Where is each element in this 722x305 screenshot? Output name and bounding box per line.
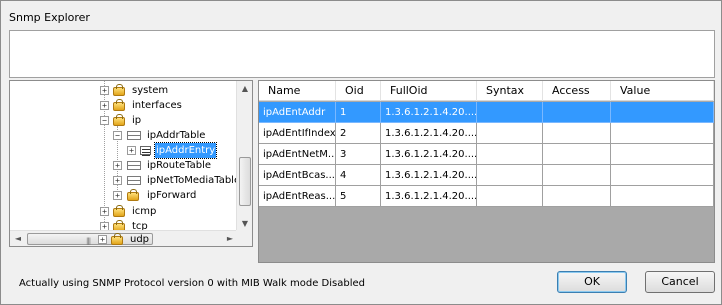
- column-header-access[interactable]: Access: [543, 81, 611, 101]
- cell-access: [543, 144, 611, 165]
- cell-syntax: [477, 123, 543, 144]
- table-row[interactable]: ipAdEntReas... 5 1.3.6.1.2.1.4.20....: [259, 186, 714, 207]
- mib-tree[interactable]: + system + interfaces − ip − ipAddrTable: [10, 81, 238, 232]
- expand-icon[interactable]: +: [98, 235, 107, 244]
- scrollbar-thumb[interactable]: [239, 157, 251, 206]
- column-header-fulloid[interactable]: FullOid: [381, 81, 477, 101]
- tree-node-ip[interactable]: − ip: [10, 113, 238, 128]
- table-row[interactable]: ipAdEntBcas... 4 1.3.6.1.2.1.4.20....: [259, 165, 714, 186]
- cell-name: ipAdEntBcas...: [259, 165, 336, 186]
- expand-icon[interactable]: +: [100, 86, 109, 95]
- column-header-syntax[interactable]: Syntax: [477, 81, 543, 101]
- folder-lock-icon: [111, 233, 123, 245]
- cell-oid: 2: [336, 123, 381, 144]
- scrollbar-corner: [236, 230, 252, 246]
- cell-value[interactable]: [611, 102, 714, 123]
- tree-node-system[interactable]: + system: [10, 83, 238, 98]
- cell-fulloid: 1.3.6.1.2.1.4.20....: [381, 123, 477, 144]
- tree-node-label[interactable]: ipNetToMediaTable: [146, 173, 238, 188]
- tree-node-icmp[interactable]: + icmp: [10, 204, 238, 219]
- tree-node-label[interactable]: icmp: [131, 204, 157, 219]
- cell-access: [543, 102, 611, 123]
- folder-lock-icon: [113, 99, 125, 111]
- cell-syntax: [477, 165, 543, 186]
- cell-syntax: [477, 186, 543, 207]
- cell-oid: 5: [336, 186, 381, 207]
- tree-vertical-scrollbar[interactable]: ▲ ▼: [236, 81, 252, 232]
- scroll-up-arrow-icon[interactable]: ▲: [237, 81, 252, 97]
- tree-node-interfaces[interactable]: + interfaces: [10, 98, 238, 113]
- folder-lock-icon: [113, 205, 125, 217]
- cell-name: ipAdEntAddr: [259, 102, 336, 123]
- table-row[interactable]: ipAdEntNetM... 3 1.3.6.1.2.1.4.20....: [259, 144, 714, 165]
- folder-lock-icon: [113, 114, 125, 126]
- tree-node-label[interactable]: udp: [129, 232, 150, 246]
- column-header-oid[interactable]: Oid: [336, 81, 381, 101]
- cell-fulloid: 1.3.6.1.2.1.4.20....: [381, 102, 477, 123]
- cell-value[interactable]: [611, 186, 714, 207]
- cell-name: ipAdEntReas...: [259, 186, 336, 207]
- tree-node-ipaddrentry[interactable]: + ipAddrEntry: [10, 142, 238, 159]
- snmp-explorer-window: Snmp Explorer + system + interfaces − ip: [0, 0, 722, 305]
- status-text: Actually using SNMP Protocol version 0 w…: [19, 278, 365, 289]
- cell-syntax: [477, 102, 543, 123]
- cell-fulloid: 1.3.6.1.2.1.4.20....: [381, 186, 477, 207]
- tree-node-label[interactable]: interfaces: [131, 98, 183, 113]
- cell-value[interactable]: [611, 165, 714, 186]
- column-header-value[interactable]: Value: [611, 81, 714, 101]
- expand-icon[interactable]: +: [127, 146, 136, 155]
- cell-oid: 3: [336, 144, 381, 165]
- tree-node-iproutetable[interactable]: + ipRouteTable: [10, 158, 238, 173]
- cell-access: [543, 165, 611, 186]
- ok-button[interactable]: OK: [557, 271, 627, 293]
- tree-node-label[interactable]: system: [131, 83, 169, 98]
- cell-access: [543, 123, 611, 144]
- expand-icon[interactable]: +: [100, 101, 109, 110]
- expand-icon[interactable]: +: [113, 161, 122, 170]
- top-info-panel: [9, 30, 715, 78]
- entry-icon: [140, 146, 151, 155]
- tree-node-label[interactable]: ipRouteTable: [146, 158, 212, 173]
- cell-fulloid: 1.3.6.1.2.1.4.20....: [381, 165, 477, 186]
- cell-fulloid: 1.3.6.1.2.1.4.20....: [381, 144, 477, 165]
- cell-access: [543, 186, 611, 207]
- cancel-button[interactable]: Cancel: [645, 271, 715, 293]
- tree-node-ipforward[interactable]: + ipForward: [10, 188, 238, 203]
- expand-icon[interactable]: +: [113, 176, 122, 185]
- table-icon: [127, 161, 141, 170]
- tree-node-label-selected[interactable]: ipAddrEntry: [153, 142, 218, 159]
- cell-name: ipAdEntNetM...: [259, 144, 336, 165]
- column-header-name[interactable]: Name: [259, 81, 336, 101]
- oid-grid[interactable]: Name Oid FullOid Syntax Access Value ipA…: [258, 80, 715, 263]
- cell-oid: 1: [336, 102, 381, 123]
- cell-oid: 4: [336, 165, 381, 186]
- expand-icon[interactable]: +: [113, 191, 122, 200]
- collapse-icon[interactable]: −: [100, 116, 109, 125]
- cell-value[interactable]: [611, 123, 714, 144]
- table-icon: [127, 176, 141, 185]
- table-icon: [127, 131, 141, 140]
- window-title: Snmp Explorer: [9, 11, 90, 24]
- tree-node-ipaddrtable[interactable]: − ipAddrTable: [10, 128, 238, 143]
- expand-icon[interactable]: +: [100, 207, 109, 216]
- cell-value[interactable]: [611, 144, 714, 165]
- tree-node-label[interactable]: ipAddrTable: [146, 128, 206, 143]
- grid-header: Name Oid FullOid Syntax Access Value: [259, 81, 714, 101]
- tree-node-udp[interactable]: + udp: [8, 232, 236, 246]
- table-row-selected[interactable]: ipAdEntAddr 1 1.3.6.1.2.1.4.20....: [259, 102, 714, 123]
- tree-node-ipnettomediatable[interactable]: + ipNetToMediaTable: [10, 173, 238, 188]
- folder-lock-icon: [113, 84, 125, 96]
- folder-lock-icon: [127, 189, 139, 201]
- table-row[interactable]: ipAdEntIfIndex 2 1.3.6.1.2.1.4.20....: [259, 123, 714, 144]
- cell-syntax: [477, 144, 543, 165]
- cell-name: ipAdEntIfIndex: [259, 123, 336, 144]
- tree-node-label[interactable]: ipForward: [146, 188, 197, 203]
- mib-tree-panel[interactable]: + system + interfaces − ip − ipAddrTable: [9, 80, 253, 247]
- tree-node-label[interactable]: ip: [131, 113, 142, 128]
- collapse-icon[interactable]: −: [113, 131, 122, 140]
